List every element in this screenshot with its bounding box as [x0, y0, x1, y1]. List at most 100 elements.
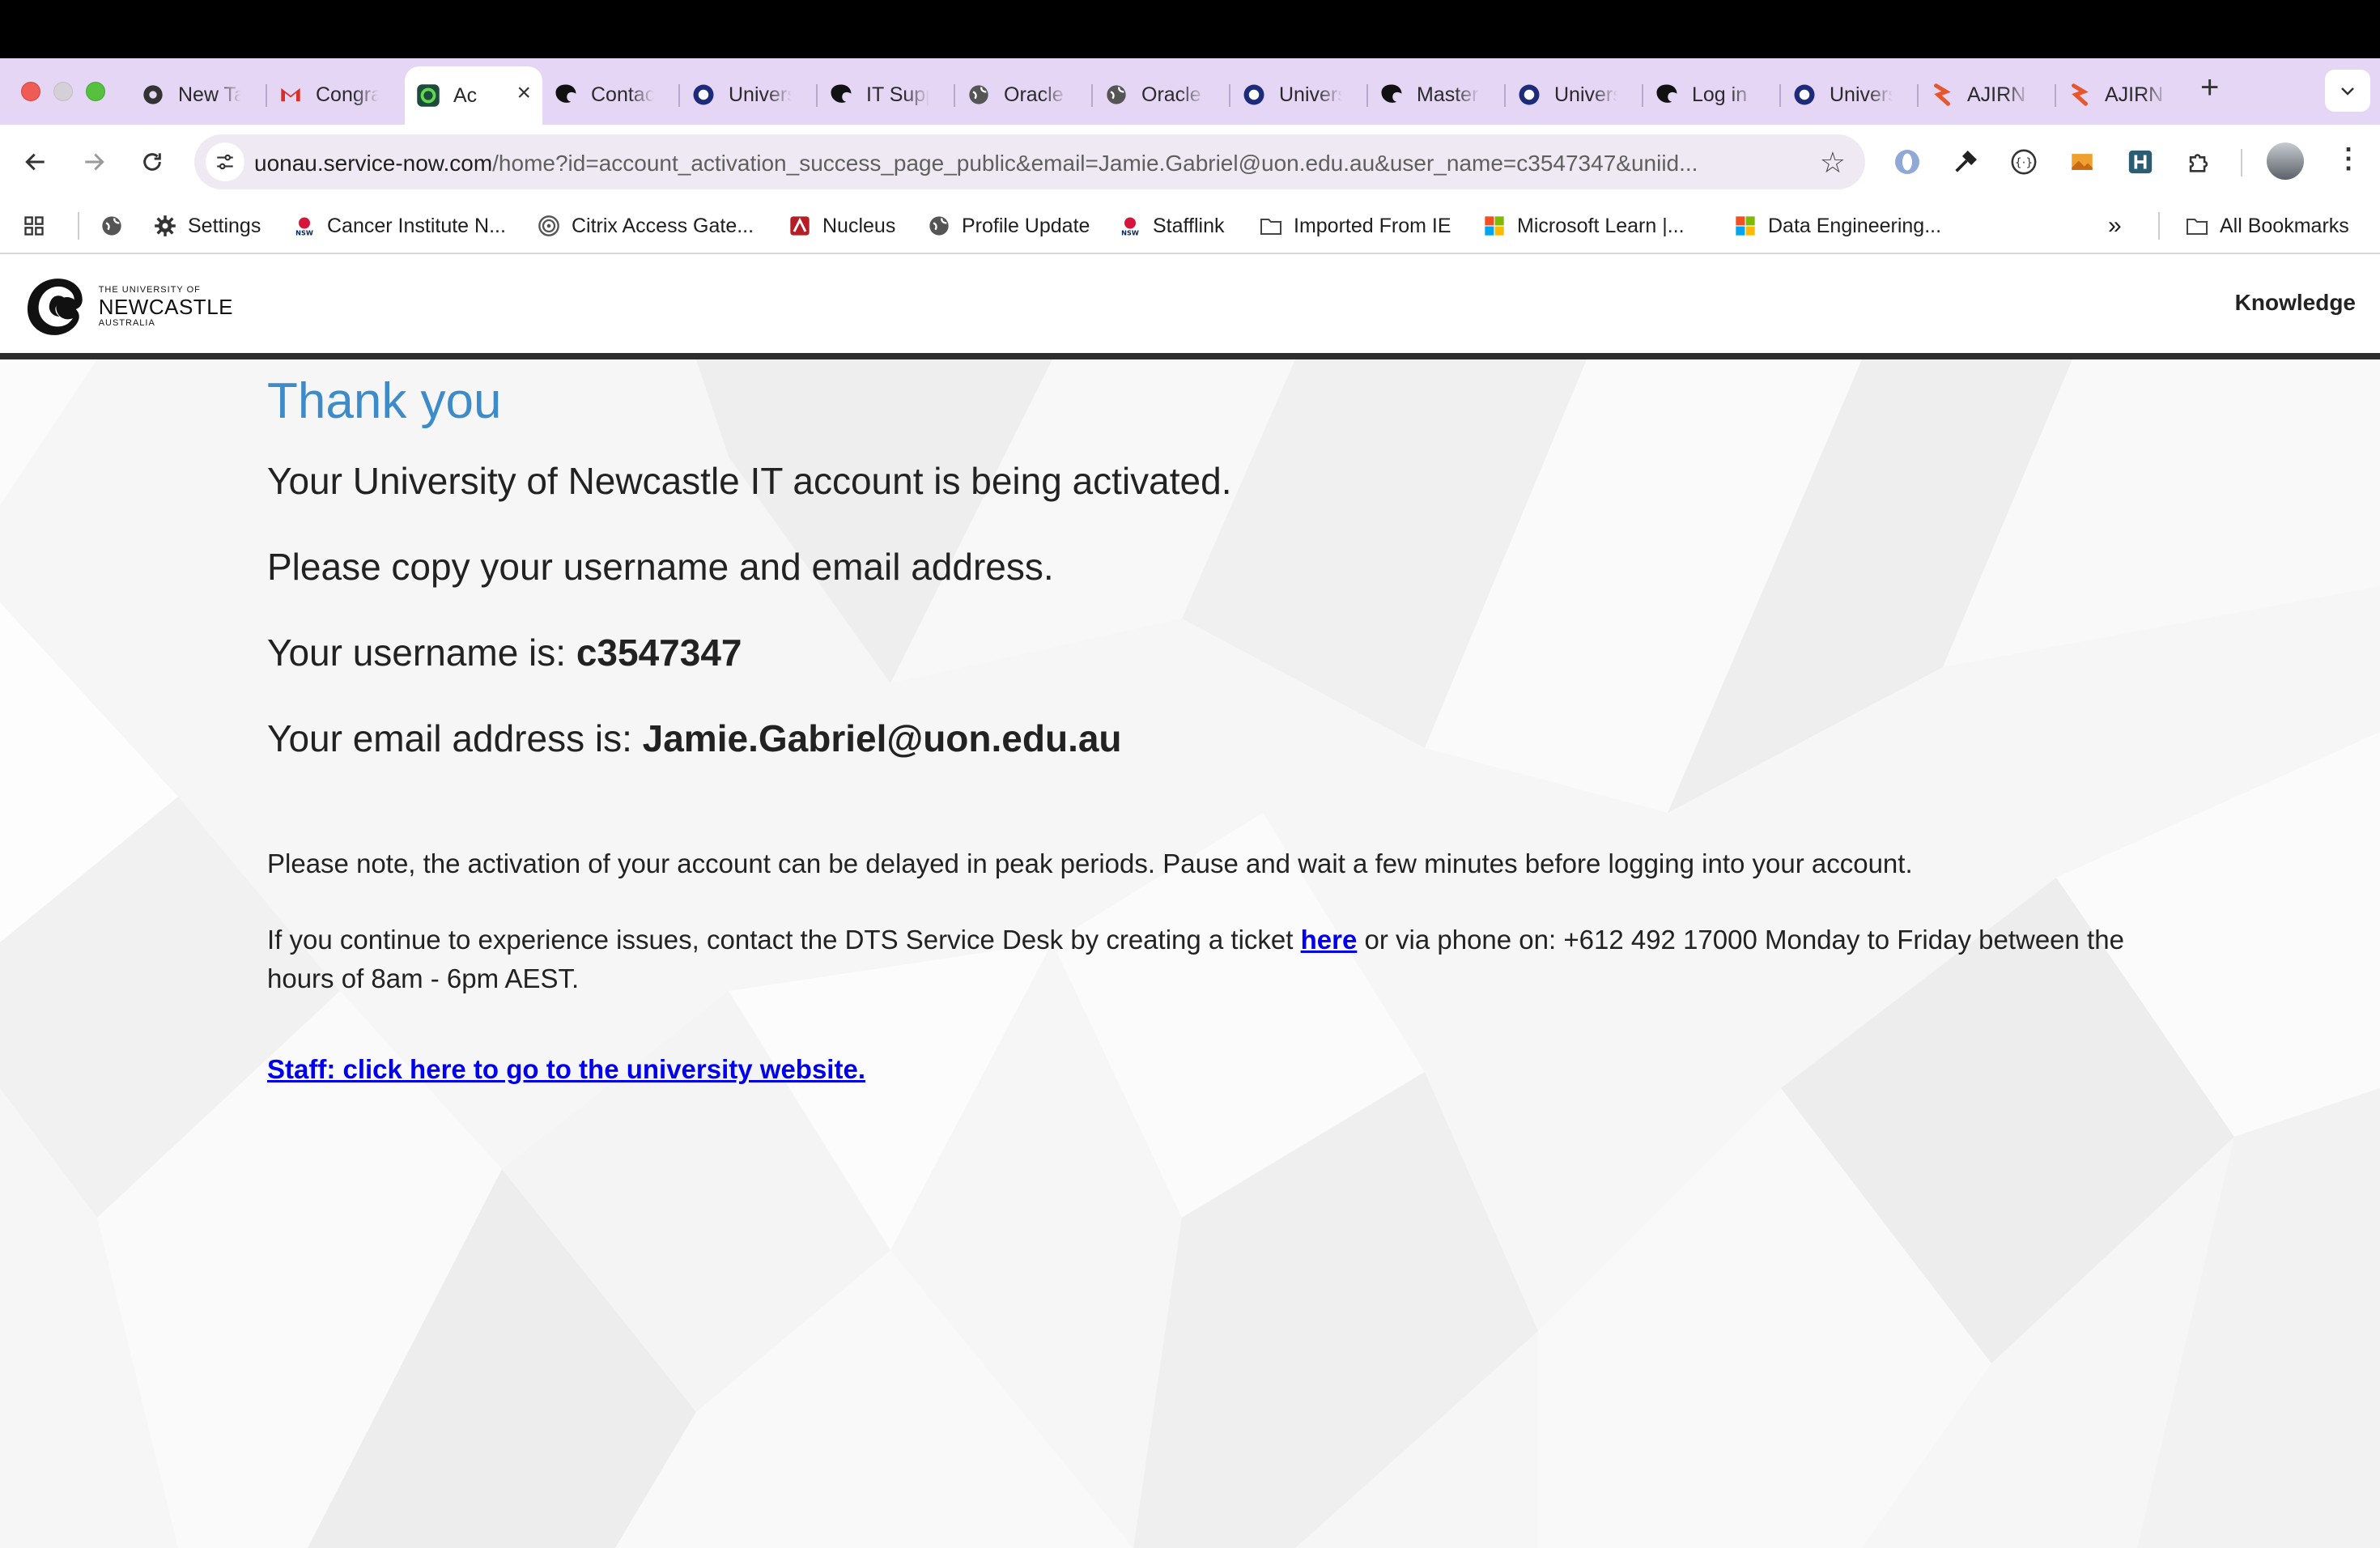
reload-icon	[143, 153, 161, 171]
bookmark-item[interactable]: Imported From IE	[1260, 207, 1451, 245]
tab[interactable]: University	[1506, 70, 1643, 120]
bookmark-item[interactable]: Citrix Access Gate...	[538, 207, 754, 245]
eyedropper-icon[interactable]	[1948, 144, 1983, 180]
tab[interactable]: University	[1781, 70, 1919, 120]
copy-instruction-text: Please copy your username and email addr…	[267, 546, 1054, 588]
site-header: THE UNIVERSITY OF NEWCASTLE AUSTRALIA Kn…	[0, 254, 2380, 353]
nav-knowledge-link[interactable]: Knowledge	[2235, 290, 2356, 316]
tab[interactable]: Master	[1368, 70, 1506, 120]
bookmark-item[interactable]: Profile Update	[928, 207, 1090, 245]
globe-icon	[967, 83, 991, 107]
bookmark-item[interactable]: NSW Stafflink	[1119, 207, 1224, 245]
tab[interactable]: Oracle	[955, 70, 1093, 120]
gmail-icon	[278, 83, 303, 107]
tab[interactable]: Log in	[1643, 70, 1781, 120]
globe-icon	[1104, 83, 1128, 107]
username-value: c3547347	[576, 632, 742, 674]
delay-note: Please note, the activation of your acco…	[267, 848, 1913, 878]
microsoft-icon	[1483, 215, 1506, 237]
bookmark-label: Citrix Access Gate...	[572, 214, 754, 237]
bookmark-item[interactable]: NSW Cancer Institute N...	[293, 207, 506, 245]
tab[interactable]: Oracle	[1093, 70, 1230, 120]
svg-text:NSW: NSW	[295, 229, 313, 237]
chrome-icon	[141, 83, 165, 107]
staff-website-paragraph: Staff: click here to go to the universit…	[267, 1050, 865, 1089]
tab[interactable]: University	[680, 70, 818, 120]
url-text[interactable]: uonau.service-now.com/home?id=account_ac…	[254, 151, 1792, 176]
username-label: Your username is:	[267, 632, 576, 674]
browser-menu-icon[interactable]: ⋮	[2335, 142, 2362, 175]
bookmark-label: Cancer Institute N...	[327, 214, 506, 237]
nsw-icon: NSW	[1119, 215, 1141, 237]
more-bookmarks-button[interactable]: »	[2108, 207, 2122, 245]
extensions-puzzle-icon[interactable]	[2181, 144, 2216, 180]
chevron-down-icon	[2341, 87, 2354, 96]
new-tab-button[interactable]: +	[2200, 70, 2219, 106]
close-window-button[interactable]	[21, 82, 40, 101]
bookmark-item[interactable]	[100, 207, 123, 245]
arrow-left-icon	[25, 153, 45, 171]
activation-message: Thank you Your University of Newcastle I…	[267, 368, 2210, 1084]
support-text-before: If you continue to experience issues, co…	[267, 925, 1301, 955]
address-bar[interactable]: uonau.service-now.com/home?id=account_ac…	[194, 134, 1865, 189]
bookmark-item[interactable]: Data Engineering...	[1734, 207, 1941, 245]
bookmark-item[interactable]: Settings	[154, 207, 261, 245]
close-tab-icon[interactable]: ×	[516, 79, 531, 107]
profile-avatar[interactable]	[2267, 142, 2304, 180]
circle-o-icon	[1242, 83, 1266, 107]
tab[interactable]: New Tab	[130, 70, 267, 120]
tab-search-button[interactable]	[2325, 70, 2370, 112]
tab[interactable]: University	[1230, 70, 1368, 120]
tab-title: AJIRN	[1967, 83, 2026, 106]
tab-title: Oracle	[1141, 83, 1201, 106]
extension-image-icon[interactable]	[2064, 144, 2100, 180]
extension-code-icon[interactable]: {·}	[2006, 144, 2042, 180]
logo-line-2: NEWCASTLE	[98, 295, 233, 319]
site-info-button[interactable]	[206, 142, 244, 181]
circle-o-icon	[1517, 83, 1541, 107]
toolbar-divider	[2241, 149, 2242, 176]
ajirn-icon	[2068, 83, 2092, 107]
servicenow-icon	[416, 83, 440, 108]
staff-website-link[interactable]: Staff: click here to go to the universit…	[267, 1054, 865, 1084]
minimize-window-button[interactable]	[53, 82, 73, 101]
bookmark-label: Settings	[188, 214, 261, 237]
logo-line-3: AUSTRALIA	[98, 318, 155, 328]
activation-status-text: Your University of Newcastle IT account …	[267, 460, 1232, 502]
university-logo[interactable]: THE UNIVERSITY OF NEWCASTLE AUSTRALIA	[23, 274, 233, 340]
reload-button[interactable]	[133, 142, 172, 181]
email-value: Jamie.Gabriel@uon.edu.au	[642, 717, 1122, 759]
maximize-window-button[interactable]	[86, 82, 105, 101]
extension-opera-icon[interactable]	[1889, 144, 1925, 180]
username-line: Your username is: c3547347	[267, 628, 742, 677]
all-bookmarks-button[interactable]: All Bookmarks	[2186, 207, 2349, 245]
nucleus-icon	[788, 215, 811, 237]
newcastle-icon	[554, 83, 578, 107]
apps-grid-icon	[23, 215, 45, 237]
folder-icon	[1260, 215, 1282, 237]
tab-title: University	[1830, 83, 1893, 106]
arrow-right-icon	[85, 153, 104, 171]
back-button[interactable]	[16, 142, 55, 181]
bookmark-item[interactable]: Microsoft Learn |...	[1483, 207, 1685, 245]
tab-title: AJIRN	[2105, 83, 2164, 106]
tab-active[interactable]: Ac ×	[405, 66, 542, 125]
tab[interactable]: Contact	[542, 70, 680, 120]
tab[interactable]: Congratulations	[267, 70, 405, 120]
extension-h-icon[interactable]	[2123, 144, 2158, 180]
tab[interactable]: AJIRN	[1919, 70, 2056, 120]
bookmark-item[interactable]: Nucleus	[788, 207, 895, 245]
bookmark-item[interactable]	[23, 207, 45, 245]
svg-text:{·}: {·}	[2015, 157, 2034, 170]
microsoft-icon	[1734, 215, 1757, 237]
bookmark-label: Microsoft Learn |...	[1517, 214, 1685, 237]
forward-button[interactable]	[74, 142, 113, 181]
tab[interactable]: IT Support	[818, 70, 955, 120]
url-host: uonau.service-now.com	[254, 151, 493, 176]
ajirn-icon	[1930, 83, 1954, 107]
tab-title: Master	[1417, 83, 1479, 106]
create-ticket-link[interactable]: here	[1301, 925, 1358, 955]
tab[interactable]: AJIRN	[2056, 70, 2194, 120]
circle-o-icon	[1792, 83, 1817, 107]
bookmark-star-icon[interactable]: ☆	[1820, 146, 1846, 180]
